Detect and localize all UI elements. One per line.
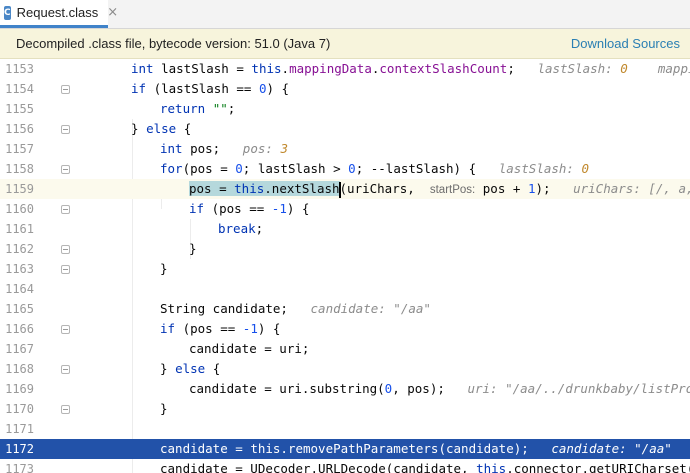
code-line-1157: int pos; pos: 3 [160, 141, 288, 156]
line-number[interactable]: 1166 [0, 319, 34, 339]
line-number[interactable]: 1161 [0, 219, 34, 239]
fold-marker-icon[interactable] [61, 125, 70, 134]
line-number[interactable]: 1158 [0, 159, 34, 179]
line-number[interactable]: 1159 [0, 179, 34, 199]
line-number[interactable]: 1163 [0, 259, 34, 279]
code-line-1155: return ""; [160, 101, 236, 116]
line-number[interactable]: 1170 [0, 399, 34, 419]
inline-value-hint: pos: [242, 141, 281, 156]
class-file-icon: C [4, 5, 11, 20]
code-line-1163: } [160, 261, 168, 276]
code-line-1154: if (lastSlash == 0) { [131, 81, 290, 96]
line-number[interactable]: 1160 [0, 199, 34, 219]
code-line-1168: } else { [160, 361, 221, 376]
download-sources-link[interactable]: Download Sources [571, 36, 680, 51]
code-editor[interactable]: int lastSlash = this.mappingData.context… [0, 59, 690, 473]
line-number[interactable]: 1165 [0, 299, 34, 319]
fold-marker-icon[interactable] [61, 165, 70, 174]
line-number[interactable]: 1155 [0, 99, 34, 119]
line-number[interactable]: 1172 [0, 439, 34, 459]
fold-marker-icon[interactable] [61, 365, 70, 374]
fold-marker-icon[interactable] [61, 325, 70, 334]
line-number[interactable]: 1173 [0, 459, 34, 473]
line-number[interactable]: 1167 [0, 339, 34, 359]
line-number[interactable]: 1162 [0, 239, 34, 259]
line-number[interactable]: 1169 [0, 379, 34, 399]
code-line-1169: candidate = uri.substring(0, pos); uri: … [0, 379, 690, 399]
fold-marker-icon[interactable] [61, 265, 70, 274]
line-number[interactable]: 1171 [0, 419, 34, 439]
code-line-1166: if (pos == -1) { [160, 321, 281, 336]
decompiled-banner: Decompiled .class file, bytecode version… [0, 29, 690, 59]
code-line-1158: for(pos = 0; lastSlash > 0; --lastSlash)… [160, 161, 590, 176]
code-line-1161: break; [218, 221, 264, 236]
code-line-1160: if (pos == -1) { [189, 201, 310, 216]
code-line-1156: } else { [131, 121, 192, 136]
fold-marker-icon[interactable] [61, 405, 70, 414]
inline-value-hint: candidate: "/aa" [310, 301, 431, 316]
fold-marker-icon[interactable] [61, 245, 70, 254]
code-line-1167: candidate = uri; [189, 341, 310, 356]
line-number[interactable]: 1156 [0, 119, 34, 139]
parameter-hint: startPos: [429, 184, 476, 196]
code-line-1172-execution-point: candidate = this.removePathParameters(ca… [0, 439, 690, 459]
line-number[interactable]: 1154 [0, 79, 34, 99]
code-line-1153: int lastSlash = this.mappingData.context… [131, 61, 690, 76]
code-line-1159-current: pos = this.nextSlash(uriChars, startPos:… [0, 179, 690, 199]
close-icon[interactable]: × [107, 5, 118, 20]
code-line-1162: } [189, 241, 197, 256]
inline-value-hint: uriChars: [/, a, a, / [573, 181, 690, 196]
tab-label: Request.class [16, 5, 99, 20]
line-number[interactable]: 1168 [0, 359, 34, 379]
line-number[interactable]: 1164 [0, 279, 34, 299]
inline-value-hint: candidate: "/aa" [551, 441, 672, 456]
code-line-1165: String candidate; candidate: "/aa" [160, 301, 431, 316]
banner-message: Decompiled .class file, bytecode version… [16, 36, 331, 51]
inline-value-hint: uri: "/aa/../drunkbaby/listProduct [467, 381, 690, 396]
inline-value-hint: lastSlash: [537, 61, 621, 76]
code-line-1170: } [160, 401, 168, 416]
editor-tab-bar: C Request.class × [0, 0, 690, 29]
line-number[interactable]: 1157 [0, 139, 34, 159]
fold-marker-icon[interactable] [61, 85, 70, 94]
fold-marker-icon[interactable] [61, 205, 70, 214]
code-line-1173: candidate = UDecoder.URLDecode(candidate… [160, 461, 690, 473]
tab-request-class[interactable]: C Request.class × [0, 0, 118, 28]
inline-value-hint: lastSlash: [498, 161, 582, 176]
line-number[interactable]: 1153 [0, 59, 34, 79]
